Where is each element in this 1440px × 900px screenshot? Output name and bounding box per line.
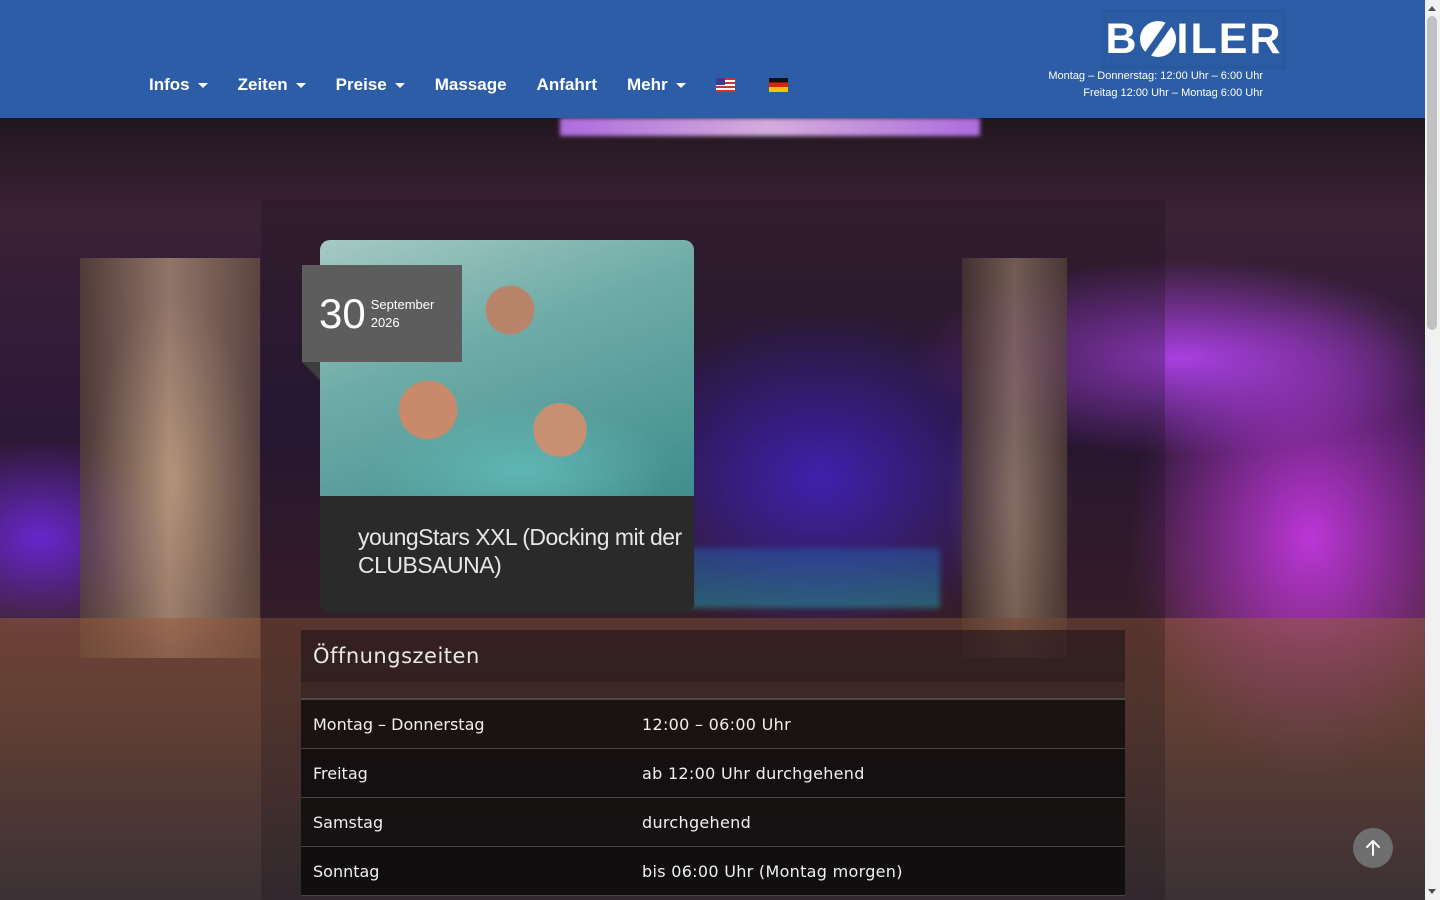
nav-item-label: Infos	[149, 75, 190, 94]
hours-day: Freitag	[313, 763, 368, 783]
opening-hours-title: Öffnungszeiten	[301, 630, 1125, 682]
header-hours-line-1: Montag – Donnerstag: 12:00 Uhr – 6:00 Uh…	[1048, 70, 1263, 82]
scroll-down-icon[interactable]	[1428, 889, 1436, 894]
table-row: Freitag ab 12:00 Uhr durchgehend	[301, 749, 1125, 798]
event-month-year: September 2026	[371, 296, 435, 332]
nav-item-massage[interactable]: Massage	[435, 75, 507, 95]
scroll-to-top-button[interactable]	[1353, 828, 1393, 868]
arrow-up-icon	[1366, 840, 1380, 856]
nav-item-infos[interactable]: Infos	[149, 75, 208, 95]
header-hours-line-2: Freitag 12:00 Uhr – Montag 6:00 Uhr	[1083, 87, 1263, 99]
hours-time: ab 12:00 Uhr durchgehend	[642, 763, 865, 783]
hours-time: 12:00 – 06:00 Uhr	[642, 714, 792, 734]
event-date-badge: 30 September 2026	[302, 265, 462, 380]
logo-letters: ILER	[1176, 14, 1283, 63]
divider	[301, 682, 1125, 700]
event-day: 30	[319, 289, 366, 337]
table-row: Samstag durchgehend	[301, 798, 1125, 847]
nav-item-zeiten[interactable]: Zeiten	[238, 75, 306, 95]
event-month: September	[370, 296, 435, 312]
ceiling-light	[560, 118, 980, 136]
opening-hours-section: Öffnungszeiten Montag – Donnerstag 12:00…	[301, 630, 1125, 900]
hero-background: youngStars XXL (Docking mit der CLUBSAUN…	[0, 118, 1425, 900]
site-logo[interactable]: B ILER	[1105, 12, 1283, 66]
chevron-down-icon	[394, 82, 405, 88]
site-header: Infos Zeiten Preise Massage Anfahrt Mehr…	[0, 0, 1425, 118]
page-scrollbar[interactable]	[1425, 0, 1440, 900]
nav-item-label: Zeiten	[237, 75, 288, 94]
table-row: Sonntag bis 06:00 Uhr (Montag morgen)	[301, 847, 1125, 896]
nav-item-preise[interactable]: Preise	[336, 75, 405, 95]
scrollbar-thumb[interactable]	[1427, 16, 1437, 330]
hours-day: Montag – Donnerstag	[313, 714, 485, 734]
logo-o-icon	[1139, 21, 1176, 57]
hours-time: durchgehend	[642, 812, 752, 832]
chevron-down-icon	[295, 82, 306, 88]
scroll-up-icon[interactable]	[1428, 6, 1436, 11]
nav-item-label: Mehr	[627, 75, 668, 94]
chevron-down-icon	[197, 82, 208, 88]
event-year: 2026	[370, 314, 400, 330]
pillar-left	[80, 258, 260, 658]
de-flag-icon[interactable]	[768, 78, 788, 92]
table-row: Montag – Donnerstag 12:00 – 06:00 Uhr	[301, 700, 1125, 749]
hours-time: bis 06:00 Uhr (Montag morgen)	[642, 861, 903, 881]
nav-item-label: Preise	[335, 75, 387, 94]
nav-item-label: Anfahrt	[536, 75, 597, 94]
nav-item-label: Massage	[434, 75, 507, 94]
nav-item-anfahrt[interactable]: Anfahrt	[537, 75, 597, 95]
us-flag-icon[interactable]	[715, 78, 735, 92]
event-title[interactable]: youngStars XXL (Docking mit der CLUBSAUN…	[358, 523, 688, 579]
hours-day: Sonntag	[313, 861, 380, 881]
nav-item-mehr[interactable]: Mehr	[627, 75, 686, 95]
logo-letter: B	[1105, 14, 1139, 63]
main-nav: Infos Zeiten Preise Massage Anfahrt Mehr	[149, 72, 822, 98]
hours-day: Samstag	[313, 812, 384, 832]
logo-wordmark: B ILER	[1105, 15, 1282, 64]
chevron-down-icon	[675, 82, 686, 88]
